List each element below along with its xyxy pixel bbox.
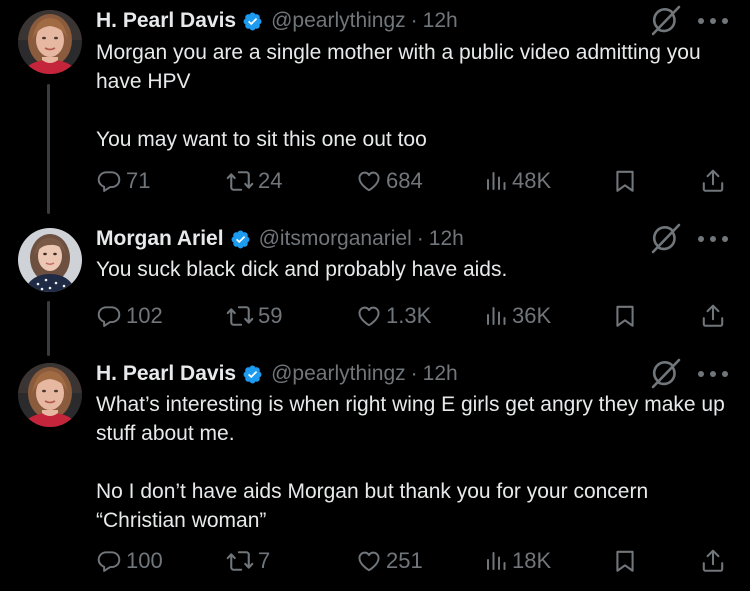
reply-icon <box>96 548 122 574</box>
timestamp[interactable]: 12h <box>429 227 464 251</box>
like-button[interactable]: 684 <box>356 166 423 196</box>
views-button[interactable]: 18K <box>484 546 551 576</box>
timestamp[interactable]: 12h <box>423 362 458 386</box>
avatar[interactable] <box>18 363 82 427</box>
grok-icon[interactable] <box>648 222 682 256</box>
tweet-header: Morgan Ariel @itsmorganariel · 12h <box>96 224 464 254</box>
repost-count: 59 <box>258 303 283 328</box>
tweet-text: What’s interesting is when right wing E … <box>96 393 725 532</box>
author-handle[interactable]: @pearlythingz <box>271 362 406 386</box>
bookmark-icon <box>612 548 638 574</box>
tweet-header: H. Pearl Davis @pearlythingz · 12h <box>96 359 458 389</box>
views-button[interactable]: 48K <box>484 166 551 196</box>
reply-button[interactable]: 100 <box>96 546 163 576</box>
grok-icon[interactable] <box>648 357 682 391</box>
tweet-header: H. Pearl Davis @pearlythingz · 12h <box>96 6 458 36</box>
heart-icon <box>356 548 382 574</box>
views-icon <box>484 169 508 193</box>
bookmark-icon <box>612 168 638 194</box>
more-icon[interactable] <box>695 229 731 249</box>
avatar-morgan-image <box>18 228 82 292</box>
bookmark-button[interactable] <box>612 301 638 331</box>
views-count: 18K <box>512 548 552 573</box>
author-handle[interactable]: @pearlythingz <box>271 9 406 33</box>
tweet[interactable]: Morgan Ariel @itsmorganariel · 12h You s… <box>0 218 750 354</box>
more-icon[interactable] <box>695 11 731 31</box>
like-button[interactable]: 1.3K <box>356 301 431 331</box>
views-icon <box>484 549 508 573</box>
avatar[interactable] <box>18 228 82 292</box>
tweet[interactable]: H. Pearl Davis @pearlythingz · 12h What’… <box>0 353 750 591</box>
repost-button[interactable]: 24 <box>226 166 282 196</box>
heart-icon <box>356 303 382 329</box>
share-button[interactable] <box>700 166 726 196</box>
avatar-pearl-image <box>18 363 82 427</box>
like-count: 251 <box>386 548 423 573</box>
author-handle[interactable]: @itsmorganariel <box>259 227 412 251</box>
heart-icon <box>356 168 382 194</box>
verified-badge-icon[interactable] <box>242 364 263 385</box>
like-button[interactable]: 251 <box>356 546 423 576</box>
reply-count: 100 <box>126 548 163 573</box>
like-count: 684 <box>386 168 423 193</box>
action-bar: 71 24 684 48K <box>96 166 736 196</box>
avatar-pearl-image <box>18 10 82 74</box>
reply-icon <box>96 303 122 329</box>
share-icon <box>700 303 726 329</box>
repost-icon <box>226 547 254 575</box>
views-icon <box>484 304 508 328</box>
repost-icon <box>226 167 254 195</box>
bookmark-icon <box>612 303 638 329</box>
grok-icon[interactable] <box>648 4 682 38</box>
action-bar: 100 7 251 18K <box>96 546 736 576</box>
share-button[interactable] <box>700 546 726 576</box>
repost-button[interactable]: 7 <box>226 546 270 576</box>
repost-count: 7 <box>258 548 271 573</box>
verified-badge-icon[interactable] <box>230 229 251 250</box>
repost-count: 24 <box>258 168 283 193</box>
views-button[interactable]: 36K <box>484 301 551 331</box>
author-name[interactable]: H. Pearl Davis <box>96 362 236 386</box>
avatar[interactable] <box>18 10 82 74</box>
share-icon <box>700 168 726 194</box>
like-count: 1.3K <box>386 303 432 328</box>
views-count: 36K <box>512 303 552 328</box>
separator: · <box>410 9 418 32</box>
reply-count: 102 <box>126 303 163 328</box>
reply-button[interactable]: 71 <box>96 166 150 196</box>
verified-badge-icon[interactable] <box>242 11 263 32</box>
timestamp[interactable]: 12h <box>423 9 458 33</box>
reply-button[interactable]: 102 <box>96 301 163 331</box>
repost-icon <box>226 302 254 330</box>
bookmark-button[interactable] <box>612 546 638 576</box>
views-count: 48K <box>512 168 552 193</box>
action-bar: 102 59 1.3K 36K <box>96 301 736 331</box>
share-icon <box>700 548 726 574</box>
reply-count: 71 <box>126 168 151 193</box>
share-button[interactable] <box>700 301 726 331</box>
tweet-text: You suck black dick and probably have ai… <box>96 258 508 281</box>
author-name[interactable]: Morgan Ariel <box>96 227 224 251</box>
separator: · <box>416 227 424 250</box>
tweet[interactable]: H. Pearl Davis @pearlythingz · 12h Morga… <box>0 0 750 215</box>
bookmark-button[interactable] <box>612 166 638 196</box>
author-name[interactable]: H. Pearl Davis <box>96 9 236 33</box>
reply-icon <box>96 168 122 194</box>
more-icon[interactable] <box>695 364 731 384</box>
repost-button[interactable]: 59 <box>226 301 282 331</box>
tweet-text: Morgan you are a single mother with a pu… <box>96 41 701 151</box>
separator: · <box>410 362 418 385</box>
